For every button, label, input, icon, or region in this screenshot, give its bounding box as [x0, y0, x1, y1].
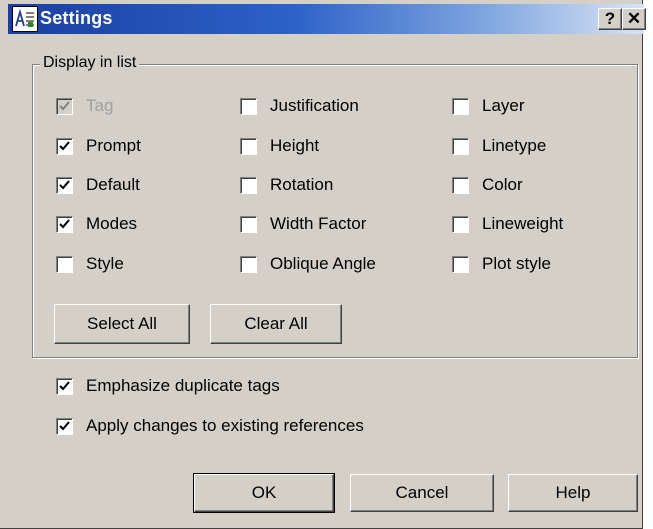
title-bar[interactable]: Settings ? ✕: [8, 4, 646, 34]
window-title: Settings: [40, 8, 113, 28]
checkmark-icon: [59, 141, 70, 151]
checkbox-box[interactable]: [56, 256, 73, 273]
checkbox-box[interactable]: [240, 138, 257, 155]
ok-button[interactable]: OK: [193, 473, 335, 513]
checkbox-box[interactable]: [452, 98, 469, 115]
help-button[interactable]: Help: [508, 474, 638, 512]
checkbox-label: Prompt: [86, 136, 141, 155]
app-icon: [12, 6, 38, 32]
checkbox-label: Color: [482, 175, 523, 194]
close-title-button[interactable]: ✕: [622, 8, 646, 30]
checkbox-box[interactable]: [56, 378, 73, 395]
checkmark-icon: [59, 101, 70, 111]
help-title-button[interactable]: ?: [598, 8, 622, 30]
checkbox-label: Justification: [270, 96, 359, 115]
checkbox-box[interactable]: [452, 256, 469, 273]
cancel-button[interactable]: Cancel: [350, 474, 494, 512]
checkbox-box: [56, 98, 73, 115]
checkbox-label: Modes: [86, 214, 138, 233]
settings-dialog: Settings ? ✕ Display in list Tag Prompt De…: [0, 0, 646, 529]
checkbox-label: Oblique Angle: [270, 254, 376, 273]
checkbox-label: Width Factor: [270, 214, 367, 233]
checkbox-box[interactable]: [452, 177, 469, 194]
checkbox-label: Plot style: [482, 254, 551, 273]
checkmark-icon: [59, 219, 70, 229]
checkbox-label: Tag: [86, 96, 114, 115]
clear-all-button[interactable]: Clear All: [210, 304, 342, 344]
checkbox-box[interactable]: [452, 138, 469, 155]
checkmark-icon: [59, 421, 70, 431]
checkbox-label: Default: [86, 175, 140, 194]
checkbox-label: Emphasize duplicate tags: [86, 376, 280, 395]
checkbox-label: Layer: [482, 96, 525, 115]
group-legend: Display in list: [40, 54, 140, 72]
checkbox-box[interactable]: [56, 177, 73, 194]
select-all-button[interactable]: Select All: [54, 304, 190, 344]
checkbox-label: Height: [270, 136, 320, 155]
checkbox-box[interactable]: [240, 256, 257, 273]
checkbox-label: Apply changes to existing references: [86, 416, 364, 435]
checkbox-box[interactable]: [240, 98, 257, 115]
checkbox-label: Rotation: [270, 175, 334, 194]
checkmark-icon: [59, 180, 70, 190]
checkbox-box[interactable]: [56, 418, 73, 435]
checkbox-box[interactable]: [56, 216, 73, 233]
checkbox-box[interactable]: [240, 177, 257, 194]
checkbox-box[interactable]: [452, 216, 469, 233]
checkbox-box[interactable]: [240, 216, 257, 233]
checkbox-label: Linetype: [482, 136, 547, 155]
checkbox-label: Style: [86, 254, 124, 273]
checkmark-icon: [59, 381, 70, 391]
checkbox-label: Lineweight: [482, 214, 564, 233]
checkbox-box[interactable]: [56, 138, 73, 155]
